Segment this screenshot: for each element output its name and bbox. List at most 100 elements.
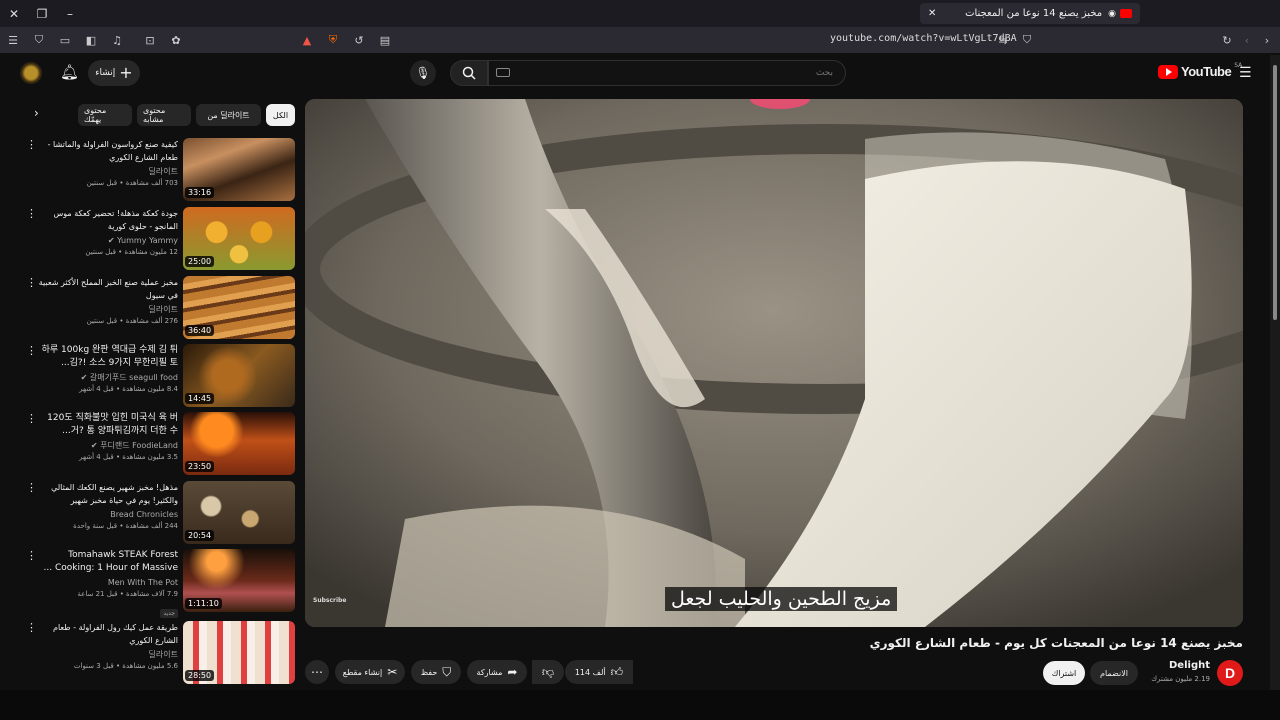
list-item[interactable]: ⋮ مذهل! مخبز شهير يصنع الكعك المثالي وال…: [20, 481, 296, 545]
like-button[interactable]: 114 ألف 👍︎: [565, 660, 633, 684]
video-title[interactable]: مخبز عملية صنع الخبز المملح الأكثر شعبية…: [36, 276, 178, 302]
video-title[interactable]: Tomahawk STEAK Forest Cooking: 1 Hour of…: [36, 549, 178, 575]
chip-for-you[interactable]: محتوى يهمّك: [78, 104, 132, 126]
minimize-window-icon[interactable]: –: [56, 0, 84, 27]
clip-button[interactable]: إنشاء مقطع ✂: [335, 660, 405, 684]
more-options-icon[interactable]: ⋮: [26, 549, 37, 562]
video-title[interactable]: كيفية صنع كرواسون الفراولة والماتشا - طع…: [36, 138, 178, 164]
sidebar-icon[interactable]: ◧: [81, 30, 101, 50]
list-item[interactable]: ⋮ Tomahawk STEAK Forest Cooking: 1 Hour …: [20, 549, 296, 618]
more-options-icon[interactable]: ⋮: [26, 344, 37, 357]
more-options-icon[interactable]: ⋮: [26, 481, 37, 494]
youtube-logo[interactable]: YouTube SA: [1158, 62, 1242, 79]
site-settings-icon[interactable]: ⇆: [993, 30, 1013, 50]
share-button[interactable]: مشاركة ➦: [467, 660, 527, 684]
video-title[interactable]: طريقة عمل كيك رول الفراولة - طعام الشارع…: [36, 621, 178, 647]
save-button[interactable]: حفظ ⛉: [411, 660, 461, 684]
chip-from-channel[interactable]: من 딜라이트: [196, 104, 261, 126]
audio-icon[interactable]: ◉: [1108, 9, 1116, 19]
duration-badge: 23:50: [185, 461, 215, 472]
notifications-bell-icon[interactable]: 🔔︎: [60, 63, 79, 81]
more-options-icon[interactable]: ⋮: [26, 276, 37, 289]
video-player[interactable]: [305, 99, 1243, 627]
dislike-button[interactable]: 👎︎: [532, 660, 564, 684]
video-stats: 12 مليون مشاهدة • قبل سنتين: [85, 248, 178, 256]
channel-name[interactable]: 갈매기푸드 seagull food ✔: [36, 371, 178, 384]
video-thumbnail[interactable]: 20:54: [183, 481, 295, 544]
channel-name[interactable]: 딜라이트: [36, 303, 178, 316]
list-item[interactable]: ⋮ طريقة عمل كيك رول الفراولة - طعام الشا…: [20, 621, 296, 685]
channel-name[interactable]: 딜라이트: [36, 648, 178, 661]
list-item[interactable]: ⋮ 하루 100kg 완판 역대급 수제 김 튀김?! 소스 9가지 무한리필 …: [20, 344, 296, 408]
page-scrollbar[interactable]: [1270, 55, 1280, 690]
video-thumbnail[interactable]: 33:16: [183, 138, 295, 201]
logo-text: YouTube: [1181, 64, 1232, 79]
video-thumbnail[interactable]: 14:45: [183, 344, 295, 407]
voice-search-mic-icon[interactable]: 🎙︎: [410, 60, 436, 86]
video-thumbnail[interactable]: 1:11:10: [183, 549, 295, 612]
list-item[interactable]: ⋮ 120도 직화불맛 입힌 미국식 육 버거? 통 양파튀김까지 더한 수..…: [20, 412, 296, 476]
tab-close-icon[interactable]: ✕: [928, 8, 936, 19]
video-title[interactable]: 120도 직화불맛 입힌 미국식 육 버거? 통 양파튀김까지 더한 수...: [36, 412, 178, 438]
extensions-icon[interactable]: ✿: [166, 30, 186, 50]
list-item[interactable]: ⋮ كيفية صنع كرواسون الفراولة والماتشا - …: [20, 138, 296, 202]
search-input[interactable]: [501, 68, 833, 78]
duration-badge: 14:45: [185, 393, 215, 404]
account-avatar[interactable]: [20, 62, 42, 84]
create-button[interactable]: إنشاء +: [88, 60, 140, 86]
chips-next-chevron-icon[interactable]: ›: [34, 106, 50, 124]
channel-avatar[interactable]: D: [1217, 660, 1243, 686]
reload-page-icon[interactable]: ↺: [349, 30, 369, 50]
wallet-icon[interactable]: ▭: [55, 30, 75, 50]
video-meta: جودة كعكة مذهلة! تحضير كعكة موس المانجو …: [36, 207, 178, 258]
more-options-icon[interactable]: ⋮: [26, 207, 37, 220]
more-actions-button[interactable]: ⋯: [305, 660, 329, 684]
guide-menu-icon[interactable]: ☰: [1239, 65, 1253, 81]
list-item[interactable]: ⋮ جودة كعكة مذهلة! تحضير كعكة موس المانج…: [20, 207, 296, 271]
list-item[interactable]: ⋮ مخبز عملية صنع الخبز المملح الأكثر شعب…: [20, 276, 296, 340]
channel-name[interactable]: Men With The Pot: [36, 576, 178, 589]
video-thumbnail[interactable]: 28:50: [183, 621, 295, 684]
keyboard-icon[interactable]: [496, 68, 510, 77]
channel-name[interactable]: Delight: [1150, 660, 1210, 671]
music-icon[interactable]: ♫: [107, 30, 127, 50]
restore-window-icon[interactable]: ❐: [28, 0, 56, 27]
channel-name[interactable]: Yummy Yammy ✔: [36, 234, 178, 247]
scrollbar-thumb[interactable]: [1273, 65, 1277, 320]
menu-icon[interactable]: ☰: [3, 30, 23, 50]
more-options-icon[interactable]: ⋮: [26, 138, 37, 151]
chip-related[interactable]: محتوى مشابه: [137, 104, 191, 126]
video-title[interactable]: 하루 100kg 완판 역대급 수제 김 튀김?! 소스 9가지 무한리필 토.…: [36, 344, 178, 370]
search-button[interactable]: [450, 60, 488, 86]
video-thumbnail[interactable]: 25:00: [183, 207, 295, 270]
more-horizontal-icon: ⋯: [311, 665, 323, 679]
channel-name[interactable]: 딜라이트: [36, 165, 178, 178]
video-title[interactable]: جودة كعكة مذهلة! تحضير كعكة موس المانجو …: [36, 207, 178, 233]
screenshot-icon[interactable]: ⊡: [140, 30, 160, 50]
address-bar[interactable]: youtube.com/watch?v=wLtVgLt7dBA: [830, 33, 1017, 44]
browser-tab[interactable]: ✕ مخبز يصنع 14 نوعا من المعجنات ◉: [920, 3, 1140, 24]
channel-name[interactable]: Bread Chronicles: [36, 508, 178, 521]
more-options-icon[interactable]: ⋮: [26, 412, 37, 425]
search-box[interactable]: [488, 60, 846, 86]
shield-icon[interactable]: ⛉: [29, 30, 49, 50]
video-thumbnail[interactable]: 36:40: [183, 276, 295, 339]
bookmark-icon[interactable]: ⛉: [1017, 30, 1037, 50]
reader-mode-icon[interactable]: ▤: [375, 30, 395, 50]
video-thumbnail[interactable]: 23:50: [183, 412, 295, 475]
forward-icon[interactable]: ›: [1257, 30, 1277, 50]
chip-all[interactable]: الكل: [266, 104, 295, 126]
close-window-icon[interactable]: ✕: [0, 0, 28, 27]
channel-name[interactable]: 푸디랜드 FoodieLand ✔: [36, 439, 178, 452]
bottom-strip: [0, 690, 1280, 720]
back-icon[interactable]: ‹: [1237, 30, 1257, 50]
subscribe-button[interactable]: اشتراك: [1043, 661, 1085, 685]
video-title[interactable]: مذهل! مخبز شهير يصنع الكعك المثالي والكث…: [36, 481, 178, 507]
brave-shield-icon[interactable]: ⛨: [323, 30, 343, 50]
rewards-icon[interactable]: ▲: [297, 30, 317, 50]
reload-icon[interactable]: ↻: [1217, 30, 1237, 50]
join-button[interactable]: الانضمام: [1090, 661, 1138, 685]
video-stats: 5.6 مليون مشاهدة • قبل 3 سنوات: [73, 662, 178, 670]
more-options-icon[interactable]: ⋮: [26, 621, 37, 634]
duration-badge: 20:54: [185, 530, 215, 541]
